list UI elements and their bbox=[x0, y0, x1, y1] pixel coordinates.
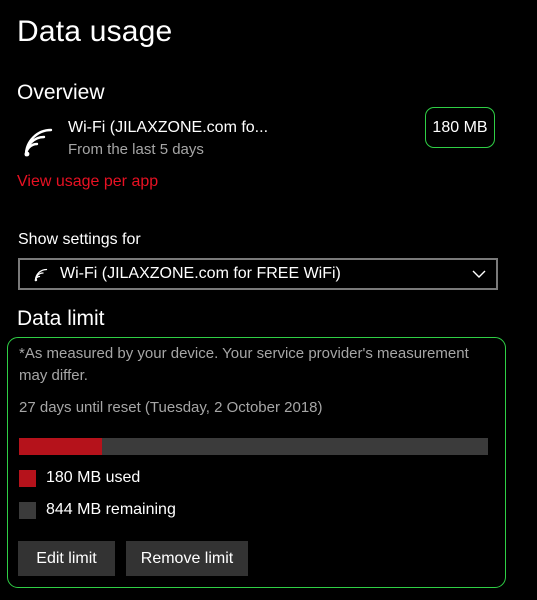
measurement-note: *As measured by your device. Your servic… bbox=[19, 345, 469, 384]
view-usage-per-app-link[interactable]: View usage per app bbox=[17, 171, 158, 193]
wifi-icon bbox=[24, 128, 53, 157]
reset-info: 27 days until reset (Tuesday, 2 October … bbox=[19, 399, 323, 416]
usage-period: From the last 5 days bbox=[68, 141, 204, 158]
edit-limit-button[interactable]: Edit limit bbox=[18, 541, 115, 576]
usage-progress-fill bbox=[19, 438, 102, 455]
network-name: Wi-Fi (JILAXZONE.com fo... bbox=[68, 119, 269, 136]
network-dropdown[interactable]: Wi-Fi (JILAXZONE.com for FREE WiFi) bbox=[18, 258, 498, 290]
data-limit-heading: Data limit bbox=[17, 307, 105, 330]
dropdown-selected-value: Wi-Fi (JILAXZONE.com for FREE WiFi) bbox=[60, 265, 341, 282]
chevron-down-icon bbox=[472, 270, 486, 278]
page-title: Data usage bbox=[17, 15, 173, 48]
remaining-legend-swatch bbox=[19, 502, 36, 519]
show-settings-label: Show settings for bbox=[18, 231, 141, 248]
wifi-icon bbox=[34, 268, 48, 282]
remove-limit-button[interactable]: Remove limit bbox=[126, 541, 248, 576]
used-legend-swatch bbox=[19, 470, 36, 487]
total-usage-label: 180 MB bbox=[432, 118, 488, 136]
overview-heading: Overview bbox=[17, 81, 105, 104]
total-usage-value: 180 MB bbox=[425, 107, 495, 148]
remaining-legend-label: 844 MB remaining bbox=[46, 501, 176, 518]
used-legend-label: 180 MB used bbox=[46, 469, 141, 486]
usage-progress-bar bbox=[19, 438, 488, 455]
